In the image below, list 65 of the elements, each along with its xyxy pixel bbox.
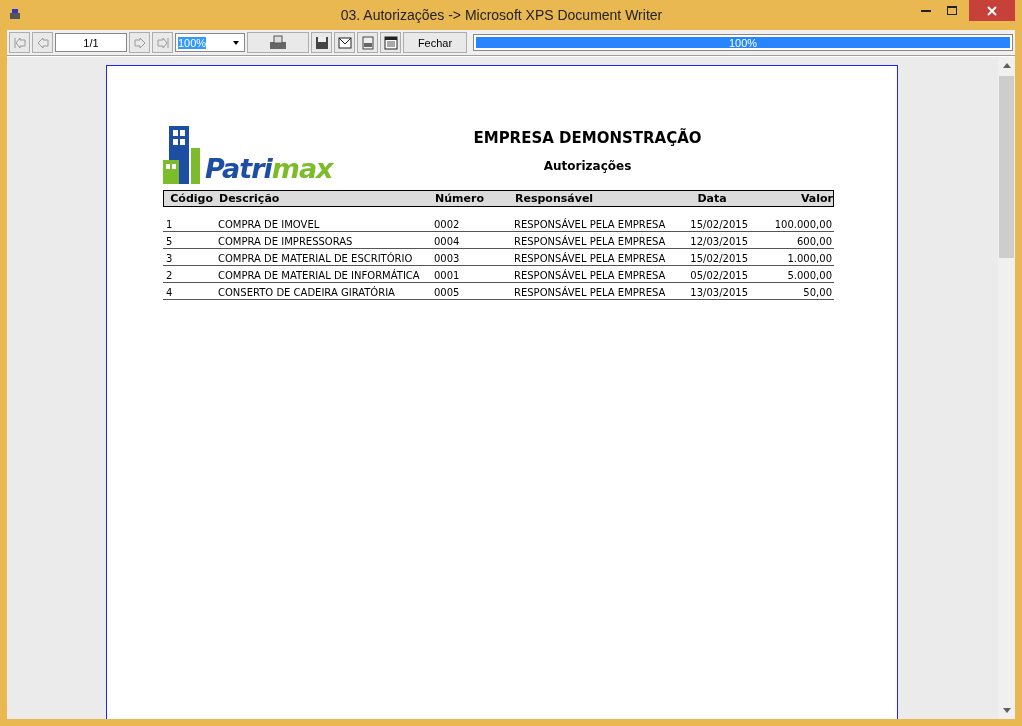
- table-cell-text: RESPONSÁVEL PELA EMPRESA: [513, 270, 667, 282]
- company-name: EMPRESA DEMONSTRAÇÃO: [473, 129, 702, 147]
- first-page-icon: [13, 36, 26, 49]
- column-header: Data: [696, 191, 728, 206]
- table-cell-text: 0001: [433, 270, 461, 282]
- column-header: Valor: [799, 191, 834, 206]
- buildings-icon: [163, 126, 203, 186]
- minimize-icon: [921, 9, 931, 12]
- table-cell-text: 05/02/2015: [689, 270, 749, 282]
- export-button[interactable]: [357, 32, 378, 53]
- table-cell-text: 100.000,00: [773, 219, 833, 231]
- table-cell-text: RESPONSÁVEL PELA EMPRESA: [513, 287, 667, 299]
- table-cell-text: 0005: [433, 287, 461, 299]
- table-cell-text: 15/02/2015: [689, 219, 749, 231]
- logo-text: Patrimax: [205, 153, 333, 184]
- close-report-button[interactable]: Fechar: [403, 32, 467, 53]
- table-cell-text: RESPONSÁVEL PELA EMPRESA: [513, 236, 667, 248]
- maximize-icon: [947, 5, 957, 16]
- table-cell-text: 0002: [433, 219, 461, 231]
- column-header: Descrição: [218, 191, 281, 206]
- report-title: Autorizações: [543, 159, 632, 173]
- printer-icon: [269, 34, 287, 51]
- scroll-up-icon: [1002, 63, 1011, 68]
- table-cell-text: COMPRA DE IMOVEL: [217, 219, 321, 231]
- table-cell-text: RESPONSÁVEL PELA EMPRESA: [513, 219, 667, 231]
- vertical-scrollbar[interactable]: [998, 57, 1015, 719]
- table-cell-text: 0004: [433, 236, 461, 248]
- last-page-icon: [156, 36, 169, 49]
- table-cell-text: COMPRA DE MATERIAL DE INFORMÁTICA: [217, 270, 421, 282]
- table-cell-text: RESPONSÁVEL PELA EMPRESA: [513, 253, 667, 265]
- page-field[interactable]: 1/1: [55, 33, 127, 52]
- print-button[interactable]: [247, 32, 309, 53]
- window-title: 03. Autorizações -> Microsoft XPS Document Writer: [339, 7, 664, 23]
- scroll-down-icon: [1002, 708, 1011, 713]
- close-icon: [987, 5, 997, 16]
- column-header: Código: [169, 191, 214, 206]
- table-cell-text: 2: [165, 270, 174, 282]
- calendar-button[interactable]: [380, 32, 401, 53]
- table-cell-text: 3: [165, 253, 174, 265]
- calendar-icon: [383, 35, 398, 50]
- table-cell-text: CONSERTO DE CADEIRA GIRATÓRIA: [217, 287, 396, 299]
- table-cell-text: 12/03/2015: [689, 236, 749, 248]
- table-cell-text: COMPRA DE IMPRESSORAS: [217, 236, 354, 248]
- table-cell-text: 0003: [433, 253, 461, 265]
- right-arrow-icon: [133, 36, 146, 49]
- left-arrow-icon: [36, 36, 49, 49]
- table-cell-text: 5: [165, 236, 174, 248]
- close-button[interactable]: [969, 0, 1015, 21]
- table-cell-text: 1.000,00: [786, 253, 833, 265]
- table-cell-text: 600,00: [796, 236, 833, 248]
- scrollbar-thumb[interactable]: [999, 76, 1014, 258]
- save-button[interactable]: [311, 32, 332, 53]
- table-cell-text: 5.000,00: [786, 270, 833, 282]
- progress-reading: 100%: [728, 37, 758, 49]
- envelope-icon: [337, 36, 352, 49]
- column-header: Responsável: [514, 191, 595, 206]
- table-cell-text: COMPRA DE MATERIAL DE ESCRITÓRIO: [217, 253, 414, 265]
- table-cell-text: 15/02/2015: [689, 253, 749, 265]
- table-cell-text: 1: [165, 219, 174, 231]
- table-cell-text: 13/03/2015: [689, 287, 749, 299]
- document-printer-icon: [360, 35, 375, 50]
- table-cell-text: 4: [165, 287, 174, 299]
- column-header: Número: [434, 191, 485, 206]
- email-button[interactable]: [334, 32, 355, 53]
- table-cell-text: 50,00: [802, 287, 833, 299]
